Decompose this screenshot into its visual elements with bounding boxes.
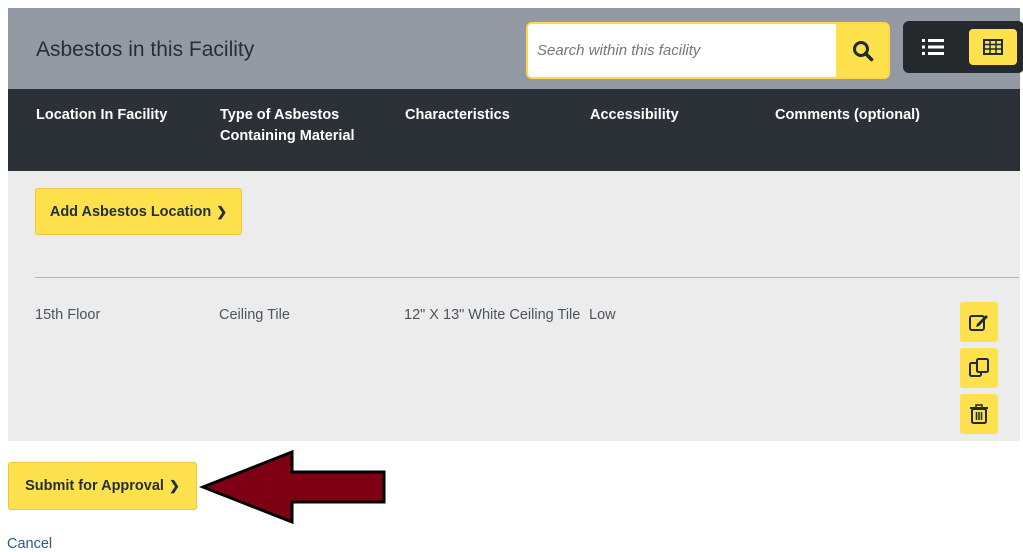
page-header: Asbestos in this Facility (8, 8, 1023, 89)
cell-location: 15th Floor (35, 307, 101, 323)
chevron-right-icon: ❯ (216, 203, 228, 219)
pointer-arrow-icon (198, 450, 386, 524)
copy-icon (969, 358, 989, 377)
table-header: Location In Facility Type of Asbestos Co… (8, 89, 1020, 171)
add-location-label: Add Asbestos Location (49, 203, 212, 220)
search-box (526, 22, 890, 79)
column-header-type: Type of Asbestos Containing Material (220, 107, 355, 144)
list-view-button[interactable] (909, 29, 957, 65)
edit-button[interactable] (960, 302, 998, 342)
divider (35, 277, 1019, 278)
page-title: Asbestos in this Facility (36, 38, 255, 61)
search-input[interactable] (528, 24, 834, 77)
column-header-accessibility: Accessibility (590, 107, 679, 123)
cell-type: Ceiling Tile (219, 307, 290, 323)
submit-for-approval-button[interactable]: Submit for Approval ❯ (8, 462, 197, 510)
list-view-icon (922, 39, 944, 55)
submit-label: Submit for Approval (25, 478, 164, 494)
delete-button[interactable] (960, 394, 998, 434)
cell-accessibility: Low (589, 307, 616, 323)
grid-view-button[interactable] (969, 29, 1017, 65)
copy-button[interactable] (960, 348, 998, 388)
search-button[interactable] (836, 24, 888, 77)
edit-icon (969, 315, 988, 331)
search-icon (853, 40, 874, 61)
grid-view-icon (983, 39, 1003, 55)
delete-icon (970, 404, 988, 424)
table-body: Add Asbestos Location ❯ 15th Floor Ceili… (8, 171, 1020, 441)
column-header-location: Location In Facility (36, 107, 168, 123)
view-toggle (903, 21, 1023, 73)
column-header-characteristics: Characteristics (405, 107, 510, 123)
column-header-comments: Comments (optional) (775, 107, 920, 123)
chevron-right-icon: ❯ (168, 478, 180, 493)
cell-characteristics: 12" X 13" White Ceiling Tile (404, 307, 581, 323)
add-asbestos-location-button[interactable]: Add Asbestos Location ❯ (35, 188, 242, 235)
